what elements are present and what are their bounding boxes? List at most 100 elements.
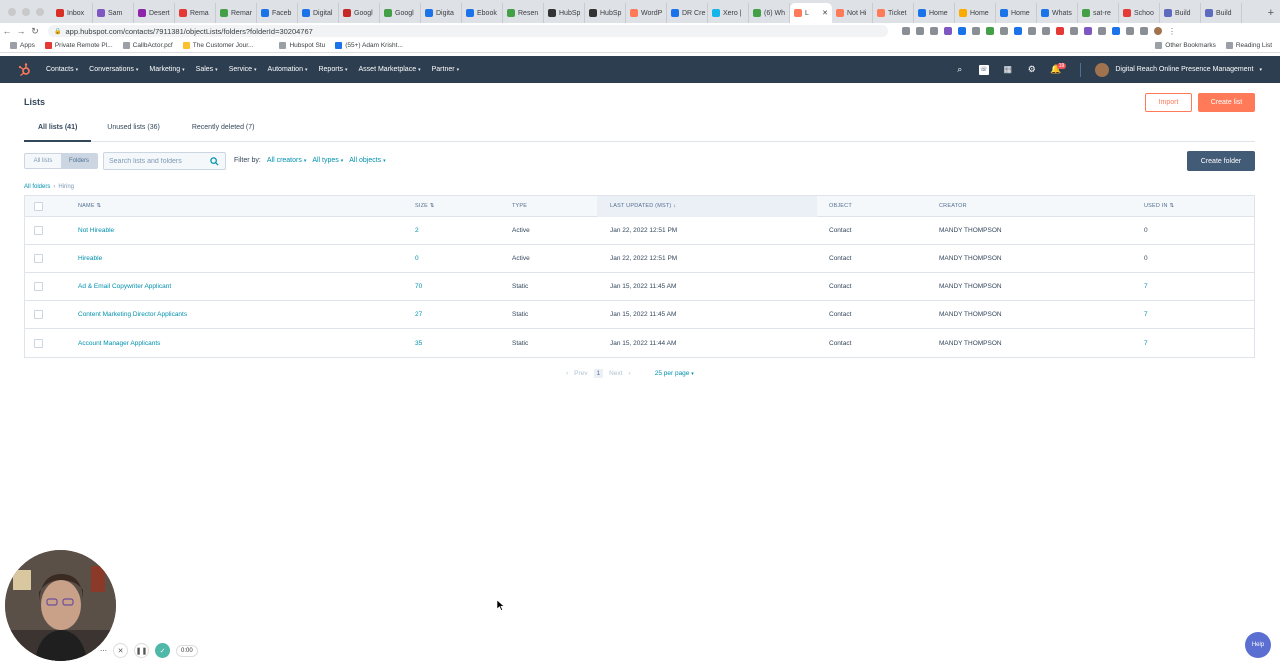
extension-icon[interactable] xyxy=(1014,27,1022,35)
pause-icon[interactable]: ❚❚ xyxy=(134,643,149,658)
browser-tab[interactable]: Sam xyxy=(93,3,134,23)
bookmark-item[interactable]: Private Remote Pl... xyxy=(44,42,113,49)
filter-objects[interactable]: All objects ▾ xyxy=(349,157,385,164)
create-list-button[interactable]: Create list xyxy=(1198,93,1255,112)
column-last-updated[interactable]: LAST UPDATED (MST) ↓ xyxy=(610,203,676,209)
nav-partner[interactable]: Partner ▾ xyxy=(432,66,459,73)
extension-icon[interactable] xyxy=(1098,27,1106,35)
list-size[interactable]: 27 xyxy=(415,311,422,318)
nav-contacts[interactable]: Contacts ▾ xyxy=(46,66,78,73)
breadcrumb-root[interactable]: All folders xyxy=(24,184,50,190)
browser-tab[interactable]: Home xyxy=(955,3,996,23)
finish-recording-icon[interactable]: ✓ xyxy=(155,643,170,658)
bookmark-item[interactable]: (55+) Adam Krisht... xyxy=(335,42,403,49)
extension-icon[interactable] xyxy=(1070,27,1078,35)
extension-icon[interactable] xyxy=(1028,27,1036,35)
browser-tab[interactable]: HubSp xyxy=(585,3,626,23)
browser-tab[interactable]: Build xyxy=(1160,3,1201,23)
new-tab-icon[interactable]: + xyxy=(1262,7,1280,23)
extension-icon[interactable] xyxy=(916,27,924,35)
create-folder-button[interactable]: Create folder xyxy=(1187,151,1255,171)
search-icon[interactable]: ⌕ xyxy=(955,64,965,75)
browser-tab[interactable]: Resen xyxy=(503,3,544,23)
gear-icon[interactable]: ⚙ xyxy=(1027,64,1037,75)
cancel-recording-icon[interactable]: ✕ xyxy=(113,643,128,658)
row-checkbox[interactable] xyxy=(34,226,43,235)
row-checkbox[interactable] xyxy=(34,338,43,348)
marketplace-icon[interactable]: ▦ xyxy=(1003,64,1013,75)
maximize-window-icon[interactable] xyxy=(36,8,44,16)
page-number[interactable]: 1 xyxy=(593,369,604,378)
tab-recently-deleted[interactable]: Recently deleted (7) xyxy=(178,120,269,142)
extension-icon[interactable] xyxy=(1000,27,1008,35)
next-button[interactable]: Next xyxy=(609,370,622,377)
nav-reports[interactable]: Reports ▾ xyxy=(318,66,347,73)
forward-icon[interactable]: → xyxy=(14,26,28,36)
browser-tab[interactable]: WordP xyxy=(626,3,667,23)
browser-tab[interactable]: Ticket xyxy=(873,3,914,23)
bookmark-apps[interactable]: Apps xyxy=(10,42,35,49)
browser-tab[interactable]: Not Hi xyxy=(832,3,873,23)
extension-icon[interactable] xyxy=(1126,27,1134,35)
browser-tab[interactable]: Faceb xyxy=(257,3,298,23)
browser-tab-active[interactable]: L ✕ xyxy=(790,3,832,23)
list-size[interactable]: 70 xyxy=(415,283,422,290)
browser-tab[interactable]: Googl xyxy=(380,3,421,23)
toggle-all-lists[interactable]: All lists xyxy=(25,154,61,168)
back-icon[interactable]: ← xyxy=(0,26,14,36)
nav-marketing[interactable]: Marketing ▾ xyxy=(149,66,184,73)
list-used-in[interactable]: 7 xyxy=(1144,311,1148,318)
notifications[interactable]: 🔔 19 xyxy=(1050,62,1067,75)
filter-creators[interactable]: All creators ▾ xyxy=(267,157,306,164)
reading-list[interactable]: Reading List xyxy=(1225,42,1272,49)
select-all-checkbox[interactable] xyxy=(34,201,43,211)
toggle-folders[interactable]: Folders xyxy=(61,154,97,168)
browser-tab[interactable]: Schoo xyxy=(1119,3,1160,23)
per-page-dropdown[interactable]: 25 per page ▾ xyxy=(655,370,694,377)
browser-tab[interactable]: Googl xyxy=(339,3,380,23)
profile-icon[interactable] xyxy=(1154,27,1162,35)
list-name-link[interactable]: Ad & Email Copywriter Applicant xyxy=(78,283,171,290)
nav-asset-marketplace[interactable]: Asset Marketplace ▾ xyxy=(359,66,421,73)
browser-tab[interactable]: DR Cre xyxy=(667,3,708,23)
browser-tab[interactable]: Rema xyxy=(175,3,216,23)
extension-icon[interactable] xyxy=(944,27,952,35)
nav-service[interactable]: Service ▾ xyxy=(229,66,257,73)
row-checkbox[interactable] xyxy=(34,254,43,263)
nav-automation[interactable]: Automation ▾ xyxy=(268,66,308,73)
puzzle-icon[interactable] xyxy=(1140,27,1148,35)
close-tab-icon[interactable]: ✕ xyxy=(822,9,828,17)
browser-tab[interactable]: Build xyxy=(1201,3,1242,23)
extension-icon[interactable] xyxy=(1084,27,1092,35)
browser-tab[interactable]: Inbox xyxy=(52,3,93,23)
list-used-in[interactable]: 7 xyxy=(1144,340,1148,347)
list-used-in[interactable]: 7 xyxy=(1144,283,1148,290)
browser-tab[interactable]: Xero | xyxy=(708,3,749,23)
bookmark-item[interactable]: The Customer Jour... xyxy=(182,42,253,49)
extension-icon[interactable] xyxy=(930,27,938,35)
hubspot-logo-icon[interactable] xyxy=(18,62,32,77)
browser-tab[interactable]: Desert xyxy=(134,3,175,23)
column-size[interactable]: SIZE ⇅ xyxy=(415,203,435,209)
column-used-in[interactable]: USED IN ⇅ xyxy=(1144,203,1174,209)
extension-icon[interactable] xyxy=(958,27,966,35)
browser-tab[interactable]: HubSp xyxy=(544,3,585,23)
extension-icon[interactable] xyxy=(1112,27,1120,35)
close-window-icon[interactable] xyxy=(8,8,16,16)
list-name-link[interactable]: Content Marketing Director Applicants xyxy=(78,311,187,318)
minimize-window-icon[interactable] xyxy=(22,8,30,16)
other-bookmarks[interactable]: Other Bookmarks xyxy=(1155,42,1216,49)
import-button[interactable]: Import xyxy=(1145,93,1192,112)
browser-tab[interactable]: Home xyxy=(914,3,955,23)
extension-icon[interactable] xyxy=(986,27,994,35)
help-button[interactable]: Help xyxy=(1245,632,1271,658)
browser-tab[interactable]: Whats xyxy=(1037,3,1078,23)
list-size[interactable]: 0 xyxy=(415,255,419,262)
column-name[interactable]: NAME ⇅ xyxy=(78,203,101,209)
list-name-link[interactable]: Account Manager Applicants xyxy=(78,340,160,347)
more-options-icon[interactable]: ⋯ xyxy=(100,643,107,658)
browser-tab[interactable]: Digital xyxy=(298,3,339,23)
prev-button[interactable]: Prev xyxy=(574,370,587,377)
nav-sales[interactable]: Sales ▾ xyxy=(196,66,218,73)
browser-tab[interactable]: Ebook xyxy=(462,3,503,23)
